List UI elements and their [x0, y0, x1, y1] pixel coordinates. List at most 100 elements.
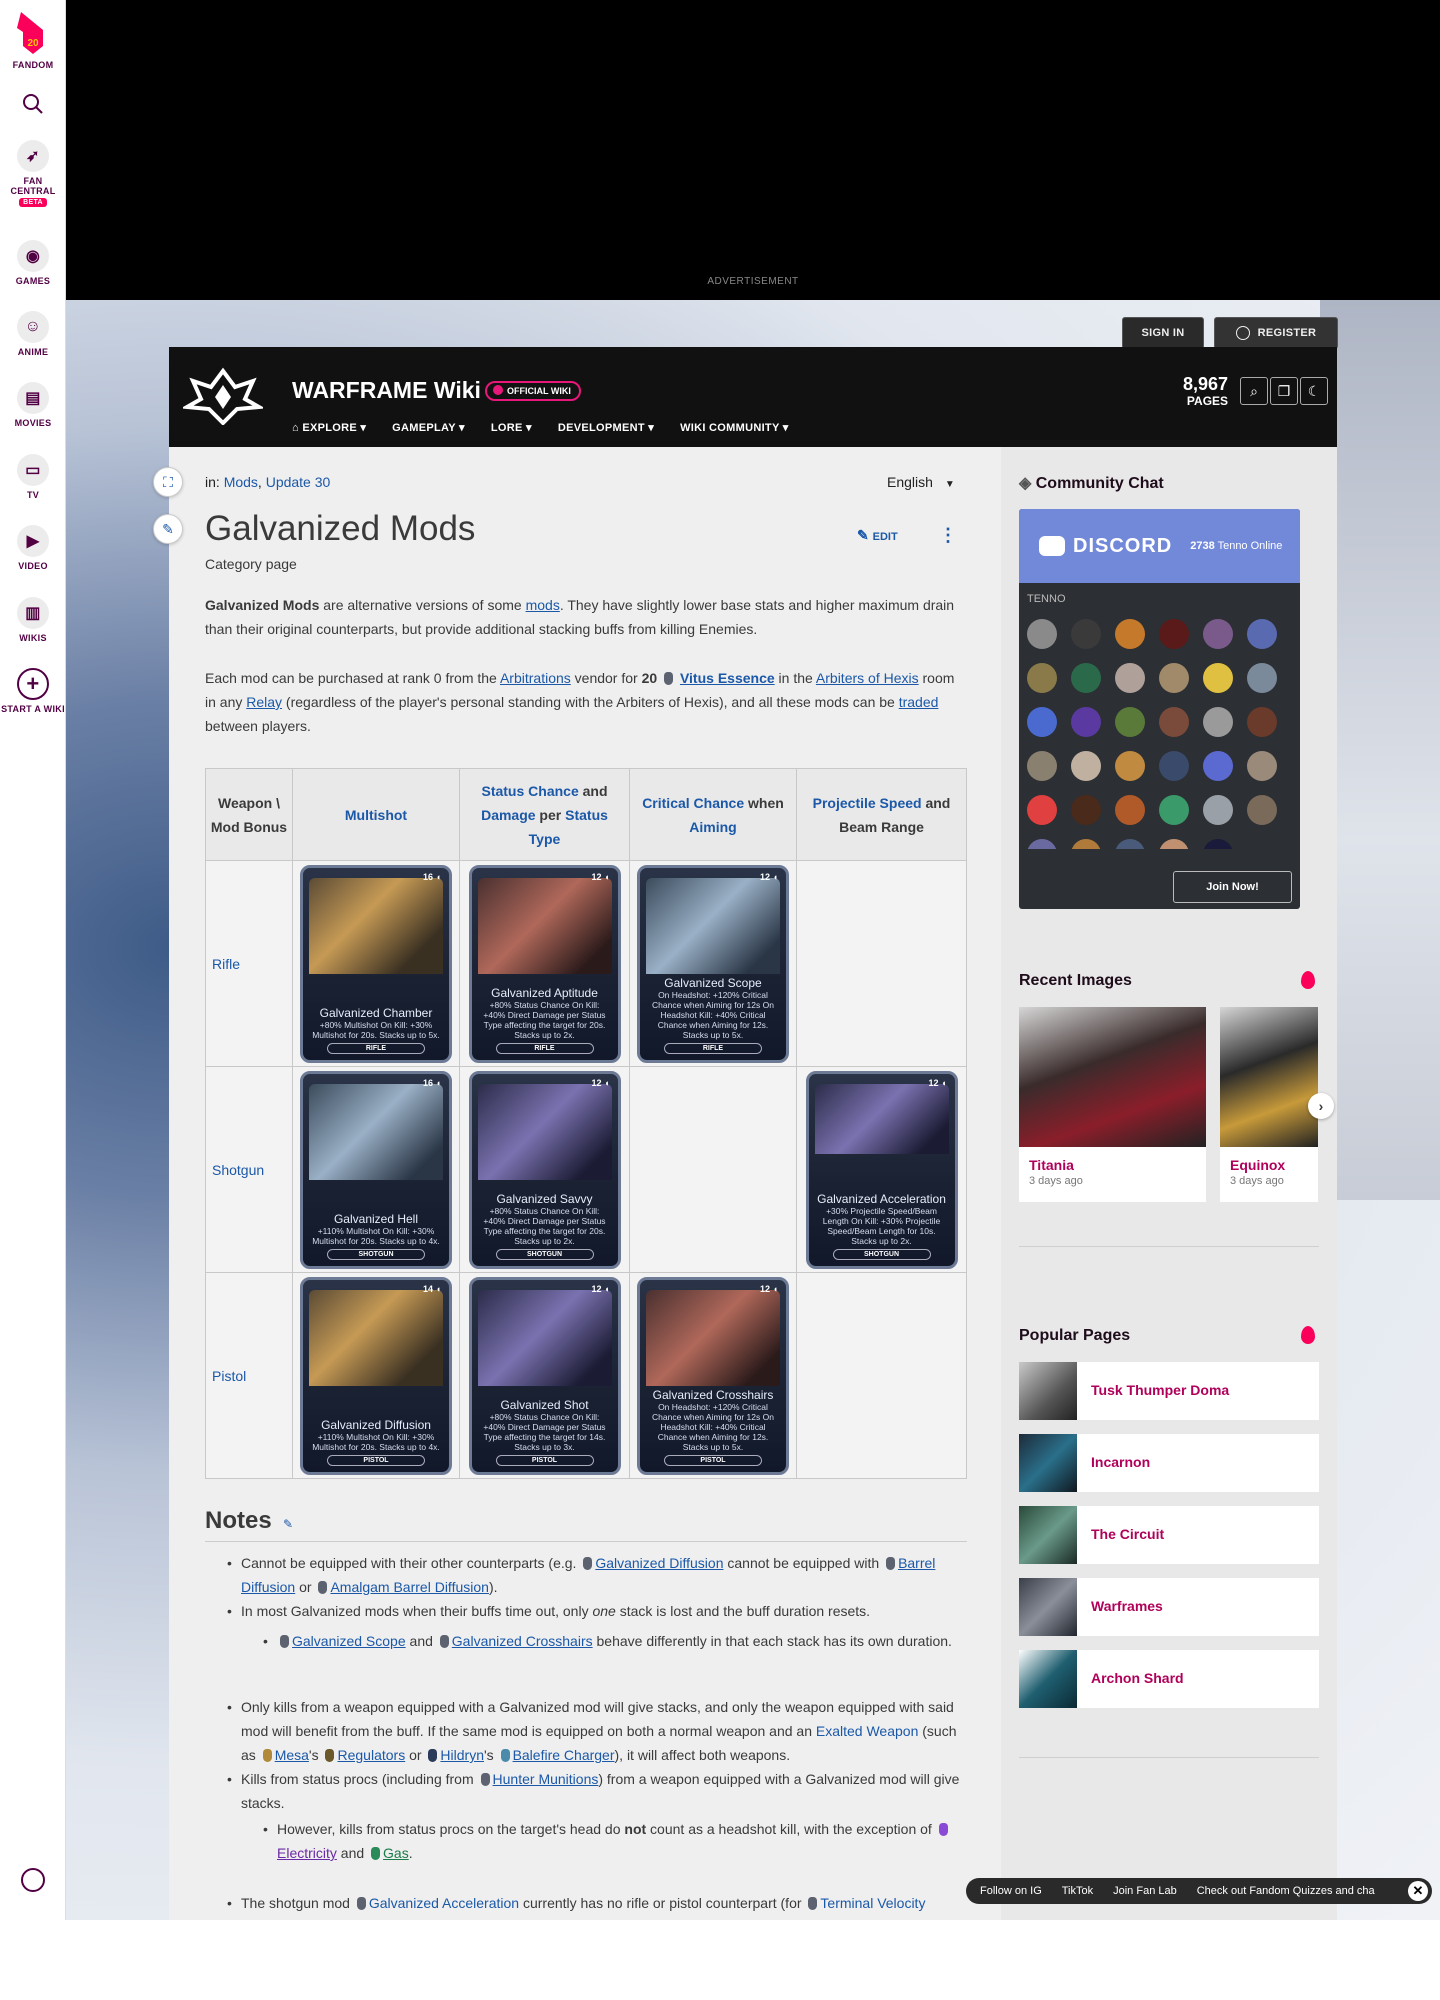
search-button[interactable] — [0, 88, 66, 124]
nav-lore[interactable]: LORE ▾ — [491, 421, 532, 434]
link-relay[interactable]: Relay — [246, 694, 282, 710]
category-link-mods[interactable]: Mods — [224, 474, 258, 490]
mod-card[interactable]: 16 ◖ Galvanized Chamber +80% Multishot On … — [300, 864, 452, 1063]
member-avatar[interactable] — [1247, 707, 1277, 737]
user-profile-button[interactable] — [0, 1868, 66, 1896]
start-wiki-link[interactable]: + START A WIKI — [0, 668, 66, 714]
member-avatar[interactable] — [1247, 795, 1277, 825]
link-galvanized-crosshairs[interactable]: Galvanized Crosshairs — [452, 1633, 593, 1649]
fullscreen-button[interactable]: ⛶ — [153, 467, 183, 497]
mod-card[interactable]: 12 ◖ Galvanized Shot +80% Status Chance On… — [468, 1276, 621, 1475]
link-shotgun[interactable]: Shotgun — [212, 1162, 264, 1178]
member-avatar[interactable] — [1203, 619, 1233, 649]
member-avatar[interactable] — [1027, 619, 1057, 649]
link-terminal-velocity[interactable]: Terminal Velocity — [820, 1895, 925, 1911]
link-aiming[interactable]: Aiming — [689, 819, 736, 835]
notes-edit-button[interactable]: ✎ — [283, 1517, 293, 1531]
recent-image-card[interactable]: Equinox 3 days ago — [1220, 1007, 1318, 1202]
member-avatar[interactable] — [1071, 751, 1101, 781]
popular-page-item[interactable]: Archon Shard — [1019, 1650, 1319, 1708]
member-avatar[interactable] — [1247, 619, 1277, 649]
close-toolbar-button[interactable]: ✕ — [1408, 1881, 1428, 1901]
tv-link[interactable]: ▭ TV — [0, 454, 66, 500]
member-avatar[interactable] — [1027, 751, 1057, 781]
member-avatar[interactable] — [1247, 751, 1277, 781]
link-mods[interactable]: mods — [526, 597, 560, 613]
link-vitus-essence[interactable]: Vitus Essence — [680, 670, 775, 686]
nav-explore[interactable]: ⌂ EXPLORE ▾ — [292, 421, 366, 434]
fandom-quizzes-link[interactable]: Check out Fandom Quizzes and cha — [1197, 1885, 1375, 1897]
link-multishot[interactable]: Multishot — [345, 807, 407, 823]
sign-in-button[interactable]: SIGN IN — [1122, 317, 1204, 349]
mod-card[interactable]: 12 ◖ Galvanized Crosshairs On Headshot: +1… — [637, 1276, 789, 1475]
anime-link[interactable]: ☺ ANIME — [0, 311, 66, 357]
member-avatar[interactable] — [1027, 839, 1057, 849]
link-hunter-munitions[interactable]: Hunter Munitions — [493, 1771, 599, 1787]
member-avatar[interactable] — [1071, 663, 1101, 693]
language-selector[interactable]: English ▼ — [887, 474, 955, 490]
member-avatar[interactable] — [1159, 707, 1189, 737]
carousel-next-button[interactable]: › — [1308, 1093, 1334, 1119]
member-avatar[interactable] — [1027, 663, 1057, 693]
popular-page-item[interactable]: Incarnon — [1019, 1434, 1319, 1492]
nav-development[interactable]: DEVELOPMENT ▾ — [558, 421, 654, 434]
link-arbitrations[interactable]: Arbitrations — [500, 670, 571, 686]
link-pistol[interactable]: Pistol — [212, 1368, 246, 1384]
link-galvanized-diffusion[interactable]: Galvanized Diffusion — [595, 1555, 723, 1571]
side-edit-button[interactable]: ✎ — [153, 514, 183, 544]
link-damage[interactable]: Damage — [481, 807, 535, 823]
link-rifle[interactable]: Rifle — [212, 956, 240, 972]
member-avatar[interactable] — [1027, 707, 1057, 737]
link-arbiters-of-hexis[interactable]: Arbiters of Hexis — [816, 670, 919, 686]
category-link-update-30[interactable]: Update 30 — [266, 474, 331, 490]
member-avatar[interactable] — [1071, 839, 1101, 849]
link-exalted-weapon[interactable]: Exalted Weapon — [816, 1723, 918, 1739]
member-avatar[interactable] — [1115, 839, 1145, 849]
link-balefire-charger[interactable]: Balefire Charger — [513, 1747, 615, 1763]
mod-card[interactable]: 12 ◖ Galvanized Scope On Headshot: +120% C… — [637, 864, 789, 1063]
discussions-button[interactable]: ❐ — [1270, 377, 1298, 405]
member-avatar[interactable] — [1159, 619, 1189, 649]
join-now-button[interactable]: Join Now! — [1173, 871, 1292, 903]
link-status-chance[interactable]: Status Chance — [481, 783, 578, 799]
mod-card[interactable]: 14 ◖ Galvanized Diffusion +110% Multishot … — [300, 1276, 452, 1475]
wiki-title[interactable]: WARFRAME Wiki — [292, 377, 481, 404]
link-regulators[interactable]: Regulators — [337, 1747, 405, 1763]
link-hildryn[interactable]: Hildryn — [440, 1747, 484, 1763]
tiktok-link[interactable]: TikTok — [1062, 1885, 1093, 1897]
movies-link[interactable]: ▤ MOVIES — [0, 382, 66, 428]
games-link[interactable]: ◉ GAMES — [0, 240, 66, 286]
member-avatar[interactable] — [1115, 663, 1145, 693]
recent-image-card[interactable]: Titania 3 days ago — [1019, 1007, 1206, 1202]
link-galvanized-acceleration[interactable]: Galvanized Acceleration — [369, 1895, 519, 1911]
member-avatar[interactable] — [1247, 663, 1277, 693]
member-avatar[interactable] — [1159, 751, 1189, 781]
member-avatar[interactable] — [1115, 751, 1145, 781]
link-traded[interactable]: traded — [899, 694, 939, 710]
link-electricity[interactable]: Electricity — [277, 1845, 337, 1861]
link-projectile-speed[interactable]: Projectile Speed — [813, 795, 922, 811]
member-avatar[interactable] — [1203, 839, 1233, 849]
member-avatar[interactable] — [1159, 839, 1189, 849]
member-avatar[interactable] — [1071, 619, 1101, 649]
link-amalgam-barrel-diffusion[interactable]: Amalgam Barrel Diffusion — [330, 1579, 488, 1595]
mod-card[interactable]: 12 ◖ Galvanized Acceleration +30% Projecti… — [805, 1070, 958, 1269]
video-link[interactable]: ▶ VIDEO — [0, 525, 66, 571]
popular-page-item[interactable]: Warframes — [1019, 1578, 1319, 1636]
link-galvanized-scope[interactable]: Galvanized Scope — [292, 1633, 406, 1649]
member-avatar[interactable] — [1203, 663, 1233, 693]
warframe-logo[interactable] — [183, 367, 263, 425]
nav-wiki-community[interactable]: WIKI COMMUNITY ▾ — [680, 421, 789, 434]
mod-card[interactable]: 12 ◖ Galvanized Aptitude +80% Status Chanc… — [468, 864, 621, 1063]
theme-toggle-button[interactable]: ☾ — [1300, 377, 1328, 405]
member-avatar[interactable] — [1071, 707, 1101, 737]
member-avatar[interactable] — [1115, 795, 1145, 825]
member-avatar[interactable] — [1203, 707, 1233, 737]
link-gas[interactable]: Gas — [383, 1845, 409, 1861]
wikis-link[interactable]: ▥ WIKIS — [0, 597, 66, 643]
register-button[interactable]: REGISTER — [1214, 317, 1338, 349]
nav-gameplay[interactable]: GAMEPLAY ▾ — [392, 421, 465, 434]
member-avatar[interactable] — [1115, 707, 1145, 737]
member-avatar[interactable] — [1159, 795, 1189, 825]
popular-page-item[interactable]: The Circuit — [1019, 1506, 1319, 1564]
